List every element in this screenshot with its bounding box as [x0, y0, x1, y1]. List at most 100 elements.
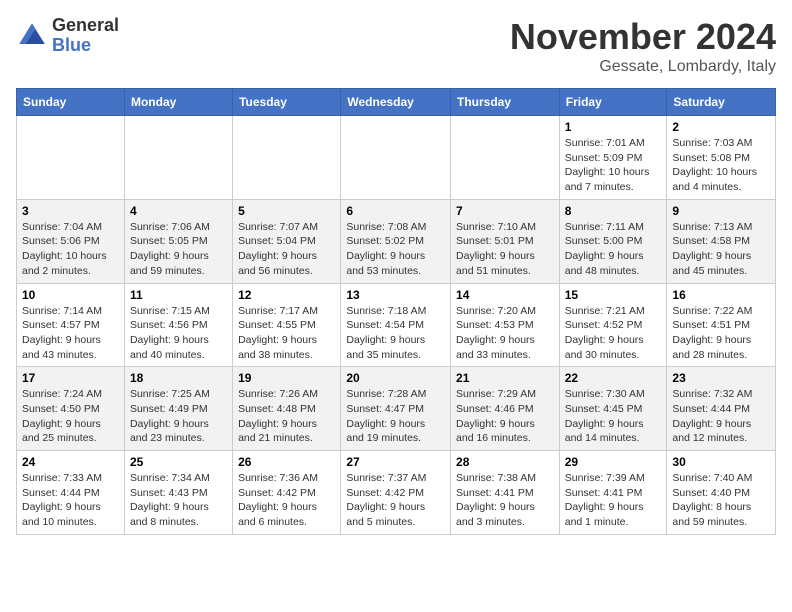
day-info: Sunrise: 7:22 AM Sunset: 4:51 PM Dayligh… — [672, 304, 770, 363]
weekday-header-monday: Monday — [124, 89, 232, 116]
day-number: 9 — [672, 204, 770, 218]
day-info: Sunrise: 7:20 AM Sunset: 4:53 PM Dayligh… — [456, 304, 554, 363]
calendar-cell: 25 Sunrise: 7:34 AM Sunset: 4:43 PM Dayli… — [124, 451, 232, 535]
calendar-cell — [233, 116, 341, 200]
day-info: Sunrise: 7:18 AM Sunset: 4:54 PM Dayligh… — [346, 304, 445, 363]
calendar-cell: 4 Sunrise: 7:06 AM Sunset: 5:05 PM Daylig… — [124, 199, 232, 283]
day-number: 4 — [130, 204, 227, 218]
weekday-header-thursday: Thursday — [451, 89, 560, 116]
day-number: 17 — [22, 371, 119, 385]
calendar-cell: 29 Sunrise: 7:39 AM Sunset: 4:41 PM Dayli… — [559, 451, 667, 535]
calendar-cell: 30Sunrise: 7:40 AM Sunset: 4:40 PM Dayli… — [667, 451, 776, 535]
day-number: 29 — [565, 455, 662, 469]
weekday-header-row: SundayMondayTuesdayWednesdayThursdayFrid… — [17, 89, 776, 116]
calendar-table: SundayMondayTuesdayWednesdayThursdayFrid… — [16, 88, 776, 535]
calendar-cell: 28 Sunrise: 7:38 AM Sunset: 4:41 PM Dayli… — [451, 451, 560, 535]
calendar-cell — [451, 116, 560, 200]
day-number: 14 — [456, 288, 554, 302]
day-number: 19 — [238, 371, 335, 385]
calendar-cell: 2Sunrise: 7:03 AM Sunset: 5:08 PM Daylig… — [667, 116, 776, 200]
day-number: 8 — [565, 204, 662, 218]
day-number: 20 — [346, 371, 445, 385]
day-info: Sunrise: 7:28 AM Sunset: 4:47 PM Dayligh… — [346, 387, 445, 446]
day-number: 28 — [456, 455, 554, 469]
calendar-cell: 13 Sunrise: 7:18 AM Sunset: 4:54 PM Dayli… — [341, 283, 451, 367]
day-info: Sunrise: 7:24 AM Sunset: 4:50 PM Dayligh… — [22, 387, 119, 446]
calendar-cell: 15 Sunrise: 7:21 AM Sunset: 4:52 PM Dayli… — [559, 283, 667, 367]
weekday-header-tuesday: Tuesday — [233, 89, 341, 116]
calendar-cell: 19 Sunrise: 7:26 AM Sunset: 4:48 PM Dayli… — [233, 367, 341, 451]
title-block: November 2024 Gessate, Lombardy, Italy — [510, 16, 776, 76]
location: Gessate, Lombardy, Italy — [510, 58, 776, 76]
day-info: Sunrise: 7:01 AM Sunset: 5:09 PM Dayligh… — [565, 136, 662, 195]
calendar-cell: 1 Sunrise: 7:01 AM Sunset: 5:09 PM Daylig… — [559, 116, 667, 200]
calendar-cell — [17, 116, 125, 200]
weekday-header-sunday: Sunday — [17, 89, 125, 116]
calendar-cell: 24 Sunrise: 7:33 AM Sunset: 4:44 PM Dayli… — [17, 451, 125, 535]
calendar-cell: 11 Sunrise: 7:15 AM Sunset: 4:56 PM Dayli… — [124, 283, 232, 367]
day-info: Sunrise: 7:37 AM Sunset: 4:42 PM Dayligh… — [346, 471, 445, 530]
day-number: 2 — [672, 120, 770, 134]
day-info: Sunrise: 7:17 AM Sunset: 4:55 PM Dayligh… — [238, 304, 335, 363]
day-info: Sunrise: 7:30 AM Sunset: 4:45 PM Dayligh… — [565, 387, 662, 446]
day-info: Sunrise: 7:07 AM Sunset: 5:04 PM Dayligh… — [238, 220, 335, 279]
day-info: Sunrise: 7:13 AM Sunset: 4:58 PM Dayligh… — [672, 220, 770, 279]
day-info: Sunrise: 7:38 AM Sunset: 4:41 PM Dayligh… — [456, 471, 554, 530]
day-number: 12 — [238, 288, 335, 302]
day-number: 26 — [238, 455, 335, 469]
day-info: Sunrise: 7:04 AM Sunset: 5:06 PM Dayligh… — [22, 220, 119, 279]
day-info: Sunrise: 7:40 AM Sunset: 4:40 PM Dayligh… — [672, 471, 770, 530]
day-number: 7 — [456, 204, 554, 218]
day-number: 16 — [672, 288, 770, 302]
logo: General Blue — [16, 16, 119, 56]
day-number: 11 — [130, 288, 227, 302]
calendar-cell: 6 Sunrise: 7:08 AM Sunset: 5:02 PM Daylig… — [341, 199, 451, 283]
day-info: Sunrise: 7:10 AM Sunset: 5:01 PM Dayligh… — [456, 220, 554, 279]
calendar-cell: 12 Sunrise: 7:17 AM Sunset: 4:55 PM Dayli… — [233, 283, 341, 367]
weekday-header-friday: Friday — [559, 89, 667, 116]
day-number: 13 — [346, 288, 445, 302]
weekday-header-wednesday: Wednesday — [341, 89, 451, 116]
day-info: Sunrise: 7:29 AM Sunset: 4:46 PM Dayligh… — [456, 387, 554, 446]
day-info: Sunrise: 7:36 AM Sunset: 4:42 PM Dayligh… — [238, 471, 335, 530]
day-number: 1 — [565, 120, 662, 134]
day-number: 6 — [346, 204, 445, 218]
day-number: 23 — [672, 371, 770, 385]
day-number: 15 — [565, 288, 662, 302]
day-info: Sunrise: 7:39 AM Sunset: 4:41 PM Dayligh… — [565, 471, 662, 530]
day-info: Sunrise: 7:15 AM Sunset: 4:56 PM Dayligh… — [130, 304, 227, 363]
calendar-cell: 22 Sunrise: 7:30 AM Sunset: 4:45 PM Dayli… — [559, 367, 667, 451]
calendar-cell: 5 Sunrise: 7:07 AM Sunset: 5:04 PM Daylig… — [233, 199, 341, 283]
day-number: 18 — [130, 371, 227, 385]
calendar-cell: 26 Sunrise: 7:36 AM Sunset: 4:42 PM Dayli… — [233, 451, 341, 535]
day-info: Sunrise: 7:26 AM Sunset: 4:48 PM Dayligh… — [238, 387, 335, 446]
day-number: 25 — [130, 455, 227, 469]
calendar-cell: 10Sunrise: 7:14 AM Sunset: 4:57 PM Dayli… — [17, 283, 125, 367]
calendar-cell — [124, 116, 232, 200]
day-info: Sunrise: 7:06 AM Sunset: 5:05 PM Dayligh… — [130, 220, 227, 279]
day-info: Sunrise: 7:34 AM Sunset: 4:43 PM Dayligh… — [130, 471, 227, 530]
day-info: Sunrise: 7:14 AM Sunset: 4:57 PM Dayligh… — [22, 304, 119, 363]
day-info: Sunrise: 7:21 AM Sunset: 4:52 PM Dayligh… — [565, 304, 662, 363]
calendar-cell: 16 Sunrise: 7:22 AM Sunset: 4:51 PM Dayli… — [667, 283, 776, 367]
calendar-cell: 17 Sunrise: 7:24 AM Sunset: 4:50 PM Dayli… — [17, 367, 125, 451]
calendar-cell: 3Sunrise: 7:04 AM Sunset: 5:06 PM Daylig… — [17, 199, 125, 283]
calendar-cell: 21Sunrise: 7:29 AM Sunset: 4:46 PM Dayli… — [451, 367, 560, 451]
day-info: Sunrise: 7:11 AM Sunset: 5:00 PM Dayligh… — [565, 220, 662, 279]
calendar-week-3: 10Sunrise: 7:14 AM Sunset: 4:57 PM Dayli… — [17, 283, 776, 367]
calendar-cell: 14 Sunrise: 7:20 AM Sunset: 4:53 PM Dayli… — [451, 283, 560, 367]
month-title: November 2024 — [510, 16, 776, 58]
day-info: Sunrise: 7:32 AM Sunset: 4:44 PM Dayligh… — [672, 387, 770, 446]
day-number: 24 — [22, 455, 119, 469]
day-number: 22 — [565, 371, 662, 385]
day-number: 5 — [238, 204, 335, 218]
calendar-cell: 8 Sunrise: 7:11 AM Sunset: 5:00 PM Daylig… — [559, 199, 667, 283]
calendar-cell: 18 Sunrise: 7:25 AM Sunset: 4:49 PM Dayli… — [124, 367, 232, 451]
day-info: Sunrise: 7:08 AM Sunset: 5:02 PM Dayligh… — [346, 220, 445, 279]
weekday-header-saturday: Saturday — [667, 89, 776, 116]
day-info: Sunrise: 7:33 AM Sunset: 4:44 PM Dayligh… — [22, 471, 119, 530]
calendar-cell: 9 Sunrise: 7:13 AM Sunset: 4:58 PM Daylig… — [667, 199, 776, 283]
day-info: Sunrise: 7:25 AM Sunset: 4:49 PM Dayligh… — [130, 387, 227, 446]
calendar-week-1: 1 Sunrise: 7:01 AM Sunset: 5:09 PM Daylig… — [17, 116, 776, 200]
day-number: 27 — [346, 455, 445, 469]
